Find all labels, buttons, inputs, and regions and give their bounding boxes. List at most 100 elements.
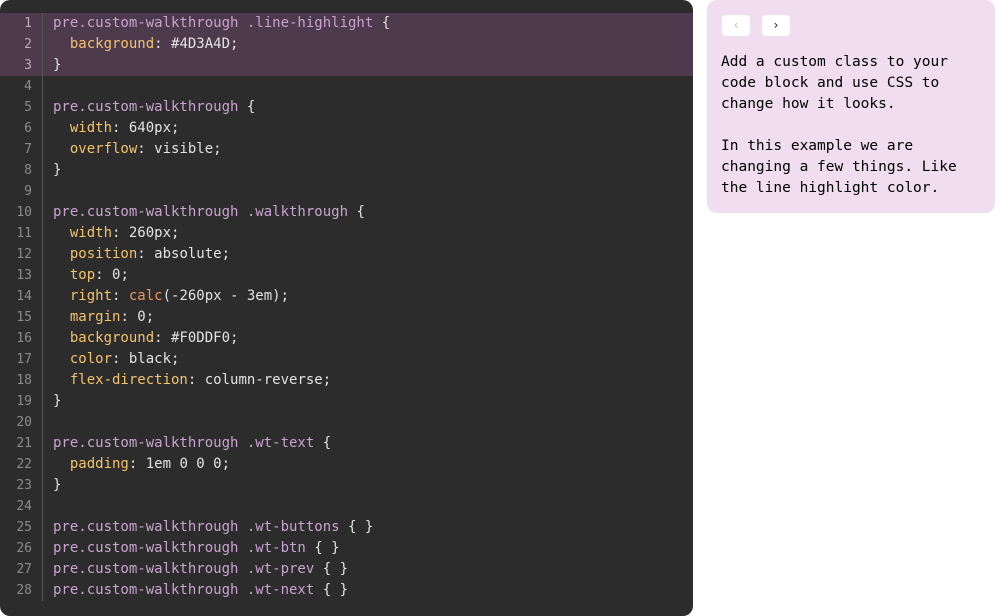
code-text: }: [53, 475, 61, 496]
gutter-divider: [42, 202, 43, 223]
code-text: pre.custom-walkthrough .wt-btn { }: [53, 538, 340, 559]
gutter-divider: [42, 34, 43, 55]
token-value: 640px: [128, 120, 172, 136]
token-property: padding: [69, 456, 129, 472]
gutter-divider: [42, 349, 43, 370]
gutter-divider: [42, 181, 43, 202]
token-value: 260px: [128, 225, 172, 241]
code-text: flex-direction: column-reverse;: [53, 370, 331, 391]
code-text: top: 0;: [53, 265, 129, 286]
token-punctuation: }: [53, 57, 62, 73]
code-line: 9: [0, 181, 693, 202]
token-punctuation: :: [112, 288, 129, 304]
token-property: margin: [69, 309, 121, 325]
code-text: pre.custom-walkthrough .wt-next { }: [53, 580, 348, 601]
line-number: 23: [16, 478, 32, 493]
token-selector: pre.custom-walkthrough .wt-btn: [53, 540, 315, 556]
token-punctuation: :: [187, 372, 205, 388]
line-number: 7: [24, 142, 32, 157]
token-punctuation: :: [120, 309, 138, 325]
gutter-divider: [42, 538, 43, 559]
token-punctuation: ;: [230, 330, 239, 346]
token-punctuation: [53, 120, 70, 136]
code-text: color: black;: [53, 349, 180, 370]
token-punctuation: [53, 372, 70, 388]
code-line-highlighted: 1 pre.custom-walkthrough .line-highlight …: [0, 13, 693, 34]
token-value: column-reverse: [204, 372, 323, 388]
next-button[interactable]: ›: [762, 15, 790, 36]
token-punctuation: :: [137, 141, 155, 157]
token-punctuation: ;: [145, 309, 155, 325]
token-property: position: [69, 246, 138, 262]
token-punctuation: [53, 309, 70, 325]
gutter-divider: [42, 496, 43, 517]
gutter-divider: [42, 391, 43, 412]
code-text: background: #F0DDF0;: [53, 328, 239, 349]
line-number: 28: [16, 583, 32, 598]
line-number: 14: [16, 289, 32, 304]
token-selector: pre.custom-walkthrough .wt-prev: [53, 561, 323, 577]
token-value: #4D3A4D: [171, 36, 231, 52]
gutter-divider: [42, 370, 43, 391]
code-text: background: #4D3A4D;: [53, 34, 239, 55]
gutter-divider: [42, 223, 43, 244]
line-number: 2: [24, 37, 32, 52]
token-punctuation: ;: [221, 246, 231, 262]
line-number: 26: [16, 541, 32, 556]
code-line: 19}: [0, 391, 693, 412]
token-punctuation: ;: [171, 225, 180, 241]
token-property: background: [69, 36, 155, 52]
gutter-divider: [42, 328, 43, 349]
code-line: 16 background: #F0DDF0;: [0, 328, 693, 349]
code-line: 15 margin: 0;: [0, 307, 693, 328]
code-text: padding: 1em 0 0 0;: [53, 454, 230, 475]
token-selector: pre.custom-walkthrough .wt-next: [53, 582, 323, 598]
code-line: 8}: [0, 160, 693, 181]
gutter-divider: [42, 286, 43, 307]
token-property: background: [69, 330, 155, 346]
gutter-divider: [42, 559, 43, 580]
code-text: width: 640px;: [53, 118, 180, 139]
code-line: 27 pre.custom-walkthrough .wt-prev { }: [0, 559, 693, 580]
line-number: 12: [16, 247, 32, 262]
token-value: absolute: [154, 246, 222, 262]
token-property: color: [69, 351, 113, 367]
token-value: black: [128, 351, 172, 367]
gutter-divider: [42, 160, 43, 181]
token-punctuation: {: [356, 204, 365, 220]
token-punctuation: ;: [221, 456, 231, 472]
token-punctuation: ;: [213, 141, 222, 157]
code-line: 14 right: calc(-260px - 3em);: [0, 286, 693, 307]
token-punctuation: :: [128, 456, 146, 472]
line-number: 3: [24, 58, 32, 73]
token-punctuation: }: [53, 162, 62, 178]
gutter-divider: [42, 244, 43, 265]
code-line: 21 pre.custom-walkthrough .wt-text {: [0, 433, 693, 454]
code-text: right: calc(-260px - 3em);: [53, 286, 289, 307]
walkthrough-paragraph: Add a custom class to your code block an…: [721, 54, 948, 112]
code-line: 18 flex-direction: column-reverse;: [0, 370, 693, 391]
token-punctuation: [53, 246, 70, 262]
token-punctuation: ;: [230, 36, 239, 52]
line-number: 22: [16, 457, 32, 472]
prev-button[interactable]: ‹: [722, 15, 750, 36]
line-number: 1: [24, 16, 32, 31]
gutter-divider: [42, 433, 43, 454]
code-text: pre.custom-walkthrough .wt-prev { }: [53, 559, 348, 580]
code-text: width: 260px;: [53, 223, 180, 244]
token-punctuation: {: [381, 15, 391, 31]
code-line: 20: [0, 412, 693, 433]
code-line: 22 padding: 1em 0 0 0;: [0, 454, 693, 475]
code-line: 6 width: 640px;: [0, 118, 693, 139]
line-number: 25: [16, 520, 32, 535]
token-property: width: [69, 225, 113, 241]
gutter-divider: [42, 307, 43, 328]
code-line: 28 pre.custom-walkthrough .wt-next { }: [0, 580, 693, 601]
code-line: 25 pre.custom-walkthrough .wt-buttons { }: [0, 517, 693, 538]
gutter-divider: [42, 454, 43, 475]
code-text: pre.custom-walkthrough .wt-buttons { }: [53, 517, 373, 538]
token-punctuation: { }: [314, 540, 340, 556]
token-punctuation: { }: [322, 582, 349, 598]
token-property: width: [69, 120, 113, 136]
code-line: 12 position: absolute;: [0, 244, 693, 265]
